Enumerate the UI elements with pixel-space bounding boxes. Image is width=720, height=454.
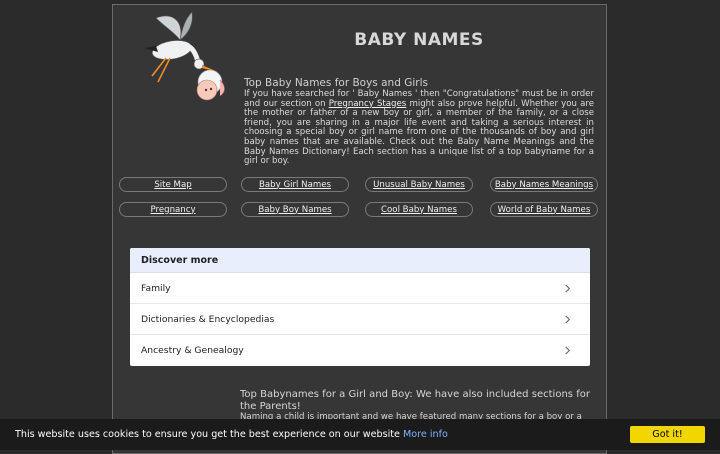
stork-logo — [144, 11, 225, 101]
nav-site-map[interactable]: Site Map — [119, 177, 227, 192]
intro-text-part2: might also prove helpful. Whether you ar… — [244, 98, 594, 167]
cookie-message-text: This website uses cookies to ensure you … — [15, 429, 400, 440]
nav-baby-boy-names[interactable]: Baby Boy Names — [241, 202, 349, 217]
discover-more-panel: Discover more Family Dictionaries & Ency… — [130, 248, 590, 366]
intro-text: If you have searched for ' Baby Names ' … — [244, 89, 594, 167]
discover-item-dictionaries[interactable]: Dictionaries & Encyclopedias — [130, 304, 590, 335]
intro-title: Top Baby Names for Boys and Girls — [244, 77, 428, 89]
discover-more-header: Discover more — [130, 248, 590, 273]
nav-unusual-baby-names[interactable]: Unusual Baby Names — [365, 177, 473, 192]
nav-pregnancy[interactable]: Pregnancy — [119, 202, 227, 217]
nav-baby-names-meanings[interactable]: Baby Names Meanings — [490, 177, 598, 192]
nav-world-of-baby-names[interactable]: World of Baby Names — [490, 202, 598, 217]
intro-section: Top Baby Names for Boys and Girls If you… — [244, 77, 594, 167]
discover-item-family[interactable]: Family — [130, 273, 590, 304]
bottom-title: Top Babynames for a Girl and Boy: We hav… — [240, 389, 590, 412]
discover-item-label: Family — [141, 282, 171, 294]
pregnancy-stages-link[interactable]: Pregnancy Stages — [329, 99, 407, 109]
site-title: BABY NAMES — [354, 30, 484, 50]
chevron-right-icon — [565, 315, 571, 323]
chevron-right-icon — [565, 284, 571, 292]
cookie-more-info-link[interactable]: More info — [403, 429, 448, 440]
discover-item-label: Ancestry & Genealogy — [141, 344, 244, 356]
nav-baby-girl-names[interactable]: Baby Girl Names — [241, 177, 349, 192]
cookie-accept-button[interactable]: Got it! — [630, 426, 705, 443]
cookie-message: This website uses cookies to ensure you … — [15, 429, 448, 440]
nav-cool-baby-names[interactable]: Cool Baby Names — [365, 202, 473, 217]
cookie-banner: This website uses cookies to ensure you … — [0, 419, 720, 450]
discover-item-ancestry[interactable]: Ancestry & Genealogy — [130, 335, 590, 365]
chevron-right-icon — [565, 346, 571, 354]
discover-item-label: Dictionaries & Encyclopedias — [141, 313, 275, 325]
